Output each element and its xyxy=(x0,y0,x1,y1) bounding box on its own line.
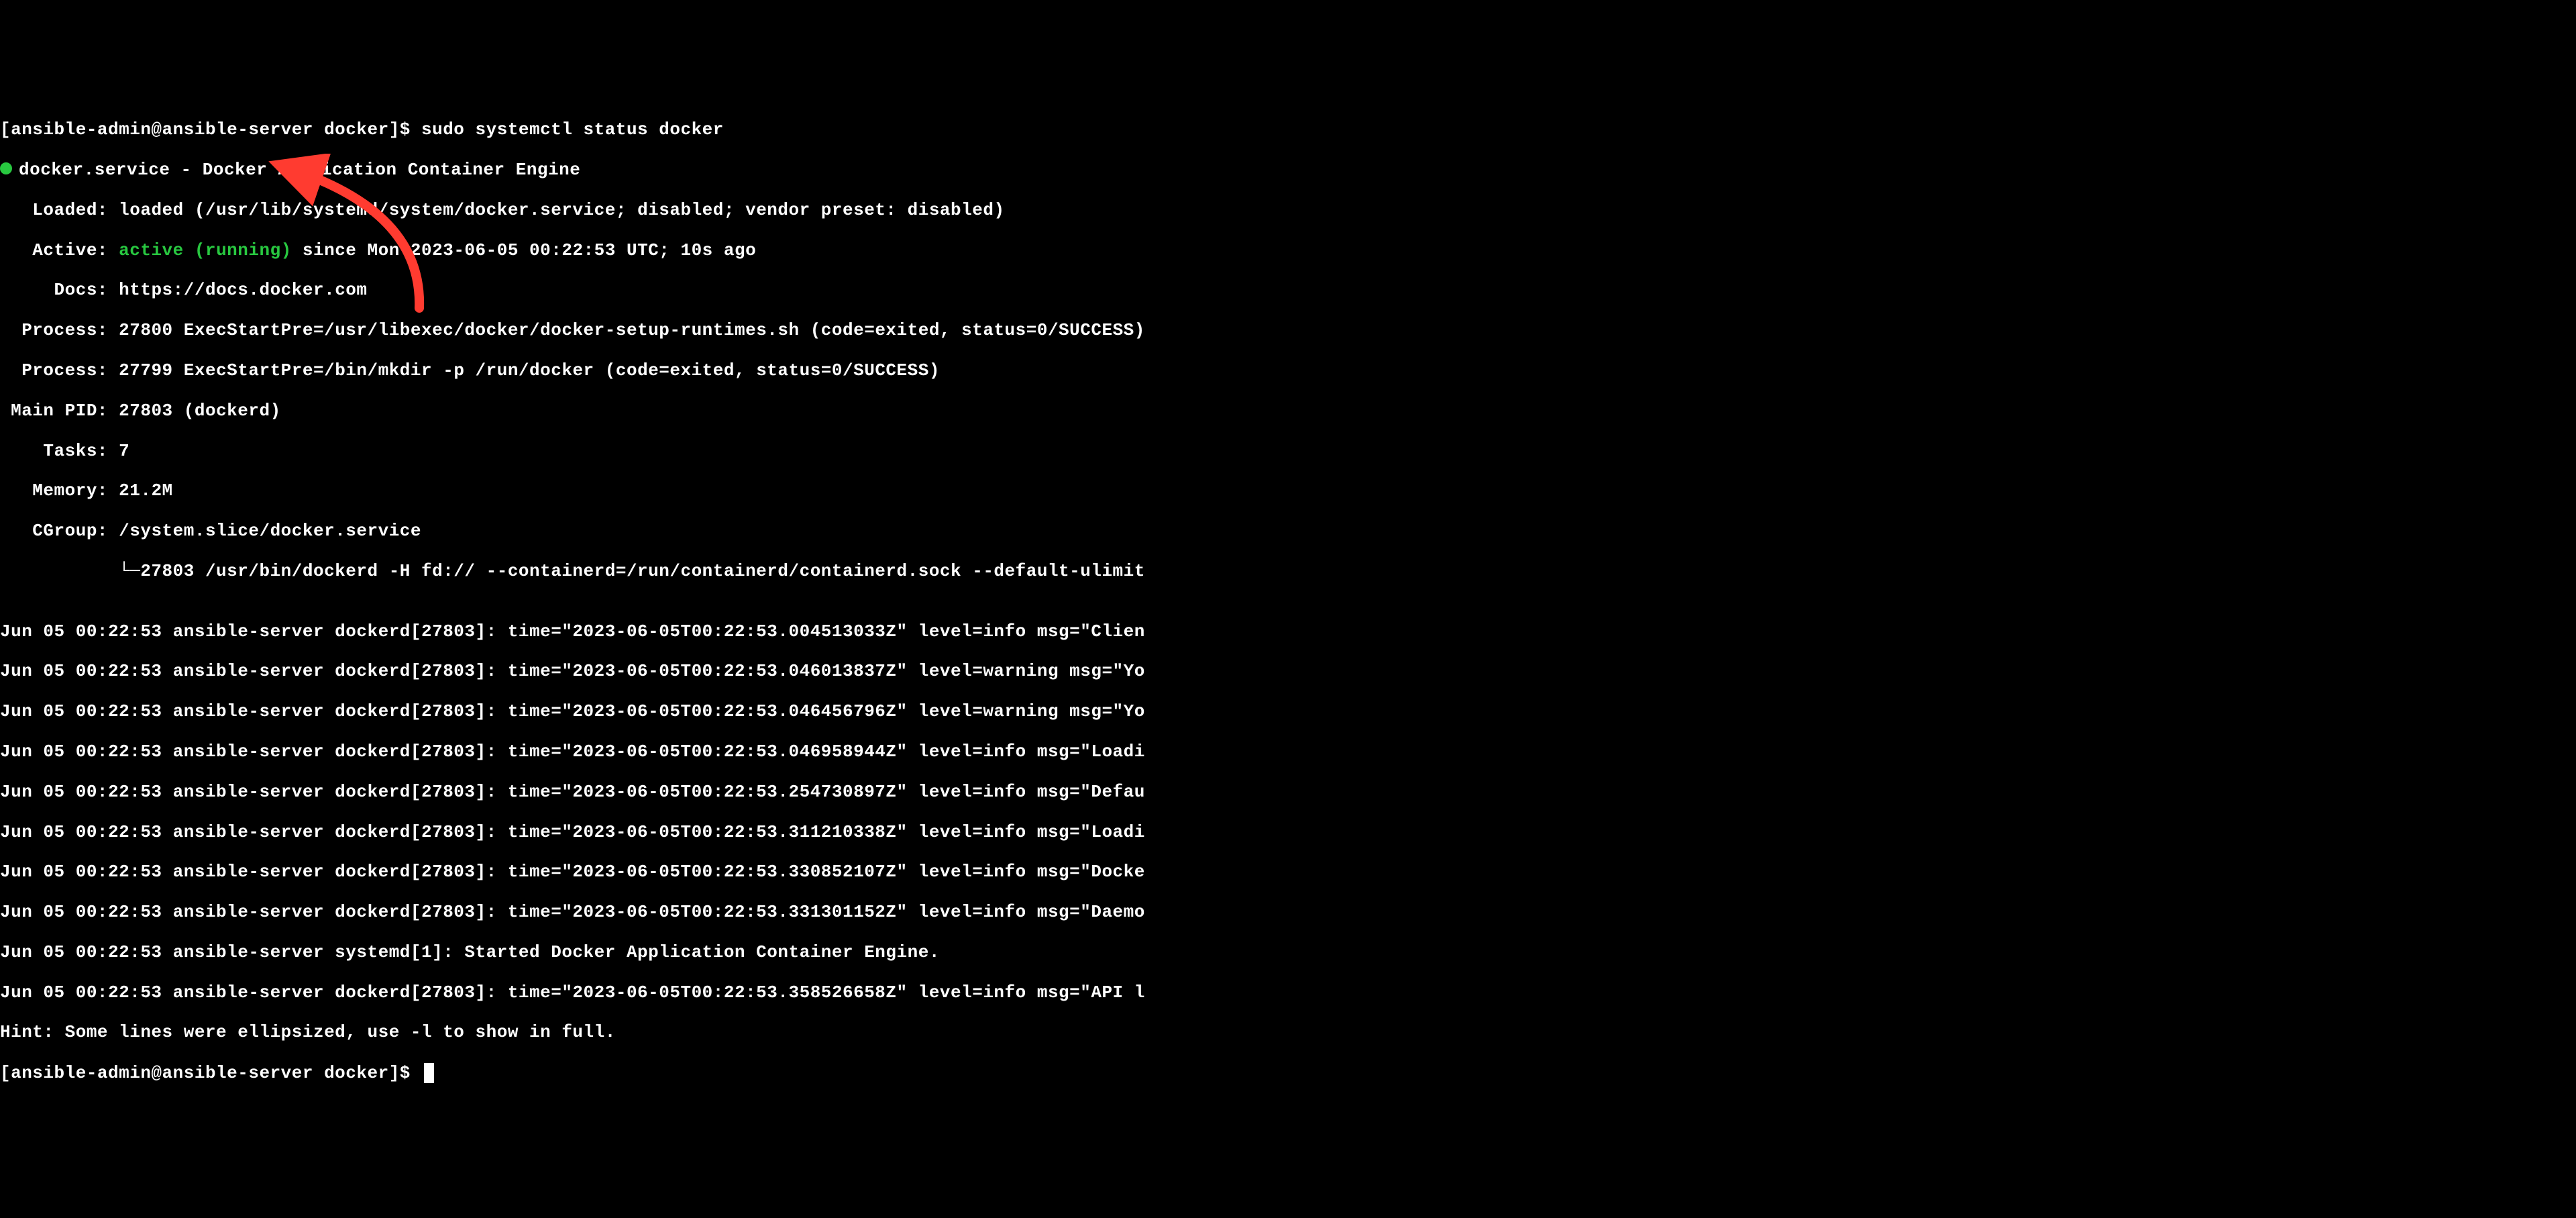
docs-url: https://docs.docker.com xyxy=(119,280,367,300)
log-line: Jun 05 00:22:53 ansible-server dockerd[2… xyxy=(0,702,2576,722)
log-line: Jun 05 00:22:53 ansible-server dockerd[2… xyxy=(0,742,2576,762)
process-value: 27799 ExecStartPre=/bin/mkdir -p /run/do… xyxy=(119,360,940,380)
log-line: Jun 05 00:22:53 ansible-server dockerd[2… xyxy=(0,622,2576,642)
docs-label: Docs: xyxy=(0,280,119,300)
active-status: active (running) xyxy=(119,240,292,260)
process-line-1: Process: 27800 ExecStartPre=/usr/libexec… xyxy=(0,321,2576,341)
log-line: Jun 05 00:22:53 ansible-server dockerd[2… xyxy=(0,983,2576,1003)
docs-line: Docs: https://docs.docker.com xyxy=(0,281,2576,301)
status-dot-icon xyxy=(0,162,12,174)
log-line: Jun 05 00:22:53 ansible-server dockerd[2… xyxy=(0,782,2576,803)
typed-command: sudo systemctl status docker xyxy=(421,119,724,140)
service-header-line: docker.service - Docker Application Cont… xyxy=(0,160,2576,181)
process-label: Process: xyxy=(0,360,119,380)
log-line: Jun 05 00:22:53 ansible-server systemd[1… xyxy=(0,943,2576,963)
text-cursor-icon xyxy=(424,1063,434,1083)
terminal-output: [ansible-admin@ansible-server docker]$ s… xyxy=(0,100,2576,1144)
memory-line: Memory: 21.2M xyxy=(0,481,2576,501)
prompt-line-2[interactable]: [ansible-admin@ansible-server docker]$ xyxy=(0,1063,2576,1084)
log-line: Jun 05 00:22:53 ansible-server dockerd[2… xyxy=(0,862,2576,882)
process-value: 27800 ExecStartPre=/usr/libexec/docker/d… xyxy=(119,320,1145,340)
cgroup-value: /system.slice/docker.service xyxy=(119,521,421,541)
service-header: docker.service - Docker Application Cont… xyxy=(19,160,580,180)
active-label: Active: xyxy=(0,240,119,260)
log-line: Jun 05 00:22:53 ansible-server dockerd[2… xyxy=(0,903,2576,923)
active-line: Active: active (running) since Mon 2023-… xyxy=(0,241,2576,261)
active-since: since Mon 2023-06-05 00:22:53 UTC; 10s a… xyxy=(292,240,756,260)
cgroup-tree-line: └─27803 /usr/bin/dockerd -H fd:// --cont… xyxy=(0,562,2576,582)
loaded-label: Loaded: xyxy=(0,200,119,220)
mainpid-value: 27803 (dockerd) xyxy=(119,401,281,421)
tasks-line: Tasks: 7 xyxy=(0,442,2576,462)
mainpid-label: Main PID: xyxy=(0,401,119,421)
log-line: Jun 05 00:22:53 ansible-server dockerd[2… xyxy=(0,662,2576,682)
shell-prompt: [ansible-admin@ansible-server docker]$ xyxy=(0,119,421,140)
process-line-2: Process: 27799 ExecStartPre=/bin/mkdir -… xyxy=(0,361,2576,381)
cgroup-line: CGroup: /system.slice/docker.service xyxy=(0,521,2576,542)
loaded-value: loaded (/usr/lib/systemd/system/docker.s… xyxy=(119,200,1004,220)
mainpid-line: Main PID: 27803 (dockerd) xyxy=(0,401,2576,421)
loaded-line: Loaded: loaded (/usr/lib/systemd/system/… xyxy=(0,201,2576,221)
memory-label: Memory: xyxy=(0,480,119,501)
memory-value: 21.2M xyxy=(119,480,173,501)
log-line: Jun 05 00:22:53 ansible-server dockerd[2… xyxy=(0,823,2576,843)
prompt-line-1[interactable]: [ansible-admin@ansible-server docker]$ s… xyxy=(0,120,2576,140)
hint-line: Hint: Some lines were ellipsized, use -l… xyxy=(0,1023,2576,1043)
cgroup-tree: └─27803 /usr/bin/dockerd -H fd:// --cont… xyxy=(0,561,1145,581)
tasks-label: Tasks: xyxy=(0,441,119,461)
tasks-value: 7 xyxy=(119,441,129,461)
cgroup-label: CGroup: xyxy=(0,521,119,541)
shell-prompt: [ansible-admin@ansible-server docker]$ xyxy=(0,1063,421,1083)
process-label: Process: xyxy=(0,320,119,340)
